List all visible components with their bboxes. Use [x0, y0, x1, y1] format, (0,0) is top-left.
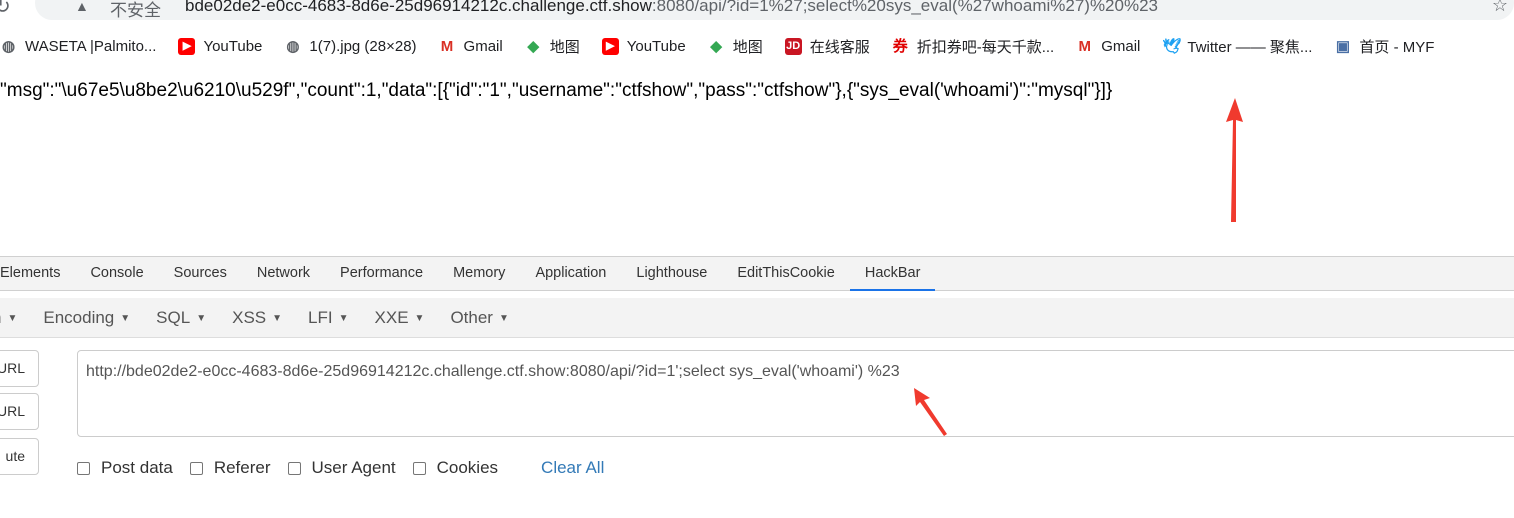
arrow-up-icon: [1226, 98, 1243, 222]
arrow-up-left-icon: [914, 388, 947, 436]
annotation-arrows: [914, 98, 1243, 436]
